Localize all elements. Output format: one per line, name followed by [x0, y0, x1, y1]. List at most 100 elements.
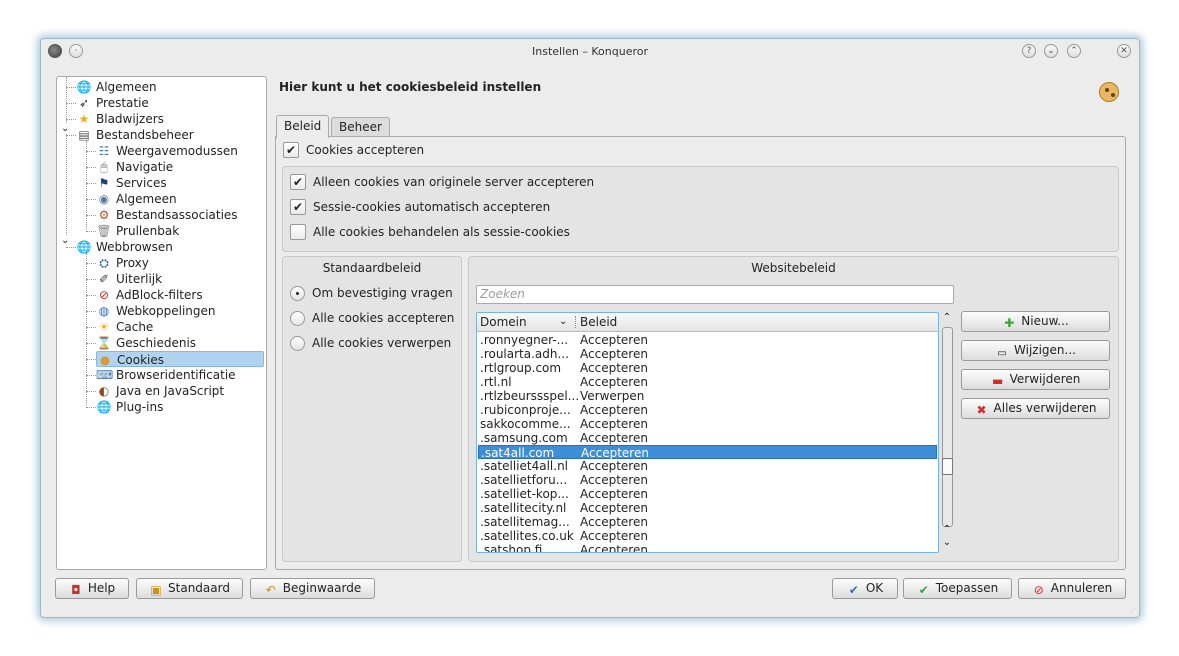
- tree-item-label: Algemeen: [116, 192, 177, 206]
- reset-button[interactable]: ↶ Beginwaarde: [250, 578, 375, 599]
- domain-cell: .ronnyegner-...: [480, 333, 569, 347]
- tree-connector: [86, 263, 96, 264]
- tab-beheer[interactable]: Beheer: [331, 117, 390, 137]
- table-row[interactable]: .satelliet-kop... Accepteren: [478, 487, 937, 501]
- cancel-button-label: Annuleren: [1050, 581, 1113, 595]
- tree-connector: [86, 407, 96, 408]
- page-title: Hier kunt u het cookiesbeleid instellen: [279, 80, 542, 94]
- settings-window: · Instellen – Konqueror ? ⌄ ⌃ ✕ 🌐 Algemee…: [40, 38, 1140, 618]
- tree-connector: [86, 327, 96, 328]
- tree-item-label: Plug-ins: [116, 400, 164, 414]
- expand-chevron-icon[interactable]: ⌄: [61, 235, 70, 246]
- table-row[interactable]: .satellitecity.nl Accepteren: [478, 501, 937, 515]
- scroll-up-icon[interactable]: ⌃: [941, 524, 953, 535]
- table-row[interactable]: .rtlzbeurssspel... Verwerpen: [478, 389, 937, 403]
- table-row[interactable]: .roularta.adh... Accepteren: [478, 347, 937, 361]
- apply-button[interactable]: ✔ Toepassen: [903, 578, 1012, 599]
- list-scrollbar[interactable]: ⌃ ⌃ ⌄: [939, 312, 955, 553]
- table-row[interactable]: .samsung.com Accepteren: [478, 431, 937, 445]
- tree-guide-line: [66, 77, 67, 235]
- title-bar[interactable]: · Instellen – Konqueror ? ⌄ ⌃ ✕: [41, 39, 1139, 63]
- reset-button-label: Beginwaarde: [282, 581, 362, 595]
- web-links-icon: ◍: [98, 304, 110, 318]
- search-input[interactable]: Zoeken: [476, 285, 954, 304]
- table-row[interactable]: .rtl.nl Accepteren: [478, 375, 937, 389]
- domain-cell: .satelliet4all.nl: [480, 459, 569, 473]
- change-button-label: Wijzigen...: [1014, 343, 1076, 357]
- tree-connector: [86, 215, 96, 216]
- cookie-icon: [1099, 82, 1119, 102]
- scrollbar-thumb[interactable]: [942, 458, 953, 475]
- tree-item-label: Webbrowsen: [96, 240, 173, 254]
- policy-cell: Verwerpen: [580, 389, 645, 403]
- delete-button[interactable]: ▬ Verwijderen: [961, 369, 1110, 390]
- undo-icon: ↶: [265, 583, 276, 597]
- table-row[interactable]: .ronnyegner-... Accepteren: [478, 333, 937, 347]
- file-association-icon: ⚙: [98, 208, 110, 222]
- table-row[interactable]: .satellitemag... Accepteren: [478, 515, 937, 529]
- tree-item-label: Browseridentificatie: [116, 368, 236, 382]
- column-divider[interactable]: [575, 316, 576, 328]
- table-row[interactable]: .satellites.co.uk Accepteren: [478, 529, 937, 543]
- minus-icon: ▬: [991, 374, 1004, 388]
- defaults-button[interactable]: ▣ Standaard: [136, 578, 243, 599]
- delete-all-button-label: Alles verwijderen: [993, 401, 1097, 415]
- change-button[interactable]: ▭ Wijzigen...: [961, 340, 1110, 361]
- policy-cell: Accepteren: [580, 543, 648, 553]
- domain-cell: .rtlgroup.com: [480, 361, 562, 375]
- tab-beleid-label: Beleid: [284, 119, 322, 133]
- table-row[interactable]: .rubiconproje... Accepteren: [478, 403, 937, 417]
- accept-cookies-label: Cookies accepteren: [306, 143, 425, 157]
- help-button[interactable]: ◘ Help: [55, 578, 129, 599]
- category-tree[interactable]: 🌐 Algemeen ➶ Prestatie ★ Bladwijzers ▤ Bestands…: [56, 76, 267, 570]
- scroll-up-icon[interactable]: ⌃: [941, 312, 953, 323]
- tree-item-cookies[interactable]: ● Cookies: [96, 351, 264, 367]
- tree-item-label: Navigatie: [116, 160, 174, 174]
- new-button[interactable]: ✚ Nieuw...: [961, 311, 1110, 332]
- domain-policy-list[interactable]: Domein ⌄ Beleid .ronnyegner-... Acceptere…: [476, 312, 939, 553]
- flag-icon: ⚑: [98, 176, 110, 190]
- table-row[interactable]: sakkocomme... Accepteren: [478, 417, 937, 431]
- policy-cell: Accepteren: [580, 487, 648, 501]
- scroll-down-icon[interactable]: ⌄: [941, 537, 953, 548]
- appearance-icon: ✐: [98, 272, 110, 286]
- website-policy-title: Websitebeleid: [751, 261, 836, 275]
- radio-indicator: [290, 311, 305, 326]
- defaults-icon: ▣: [150, 583, 162, 597]
- close-icon[interactable]: ✕: [1117, 44, 1131, 58]
- tree-item-label: Weergavemodussen: [116, 144, 238, 158]
- window-title: Instellen – Konqueror: [532, 45, 648, 58]
- domain-cell: .satellitecity.nl: [480, 501, 567, 515]
- domain-cell: .roularta.adh...: [480, 347, 569, 361]
- globe-icon: 🌐: [76, 80, 92, 94]
- policy-cell: Accepteren: [581, 446, 649, 460]
- table-row[interactable]: .rtlgroup.com Accepteren: [478, 361, 937, 375]
- table-row[interactable]: .satellietforu... Accepteren: [478, 473, 937, 487]
- table-row[interactable]: .satshop.fi Accepteren: [478, 543, 937, 553]
- column-header-domain[interactable]: Domein: [480, 313, 527, 331]
- maximize-icon[interactable]: ⌃: [1067, 44, 1081, 58]
- delete-all-button[interactable]: ✖ Alles verwijderen: [961, 398, 1110, 419]
- column-header-policy[interactable]: Beleid: [580, 313, 617, 331]
- domain-cell: .sat4all.com: [481, 446, 555, 460]
- cancel-button[interactable]: ⊘ Annuleren: [1018, 578, 1126, 599]
- help-icon[interactable]: ?: [1022, 44, 1036, 58]
- view-modes-icon: ☷: [98, 144, 110, 158]
- checkbox-empty: [290, 224, 306, 240]
- globe-icon: 🌐: [76, 240, 92, 254]
- minimize-icon[interactable]: ⌄: [1044, 44, 1058, 58]
- scrollbar-track[interactable]: [942, 327, 953, 527]
- domain-cell: .rubiconproje...: [480, 403, 571, 417]
- resize-grip-icon[interactable]: ⋰: [1129, 607, 1137, 615]
- ok-button[interactable]: ✔ OK: [832, 578, 898, 599]
- origin-only-label: Alleen cookies van originele server acce…: [313, 175, 595, 189]
- expand-chevron-icon[interactable]: ⌄: [61, 123, 70, 134]
- proxy-icon: ⛭: [99, 256, 109, 270]
- tab-beleid[interactable]: Beleid: [276, 115, 330, 138]
- plus-icon: ✚: [1004, 316, 1015, 330]
- domain-cell: .samsung.com: [480, 431, 568, 445]
- new-button-label: Nieuw...: [1021, 314, 1069, 328]
- tree-item-label: Cache: [116, 320, 154, 334]
- table-row[interactable]: .satelliet4all.nl Accepteren: [478, 459, 937, 473]
- table-row[interactable]: .sat4all.com Accepteren: [478, 445, 937, 460]
